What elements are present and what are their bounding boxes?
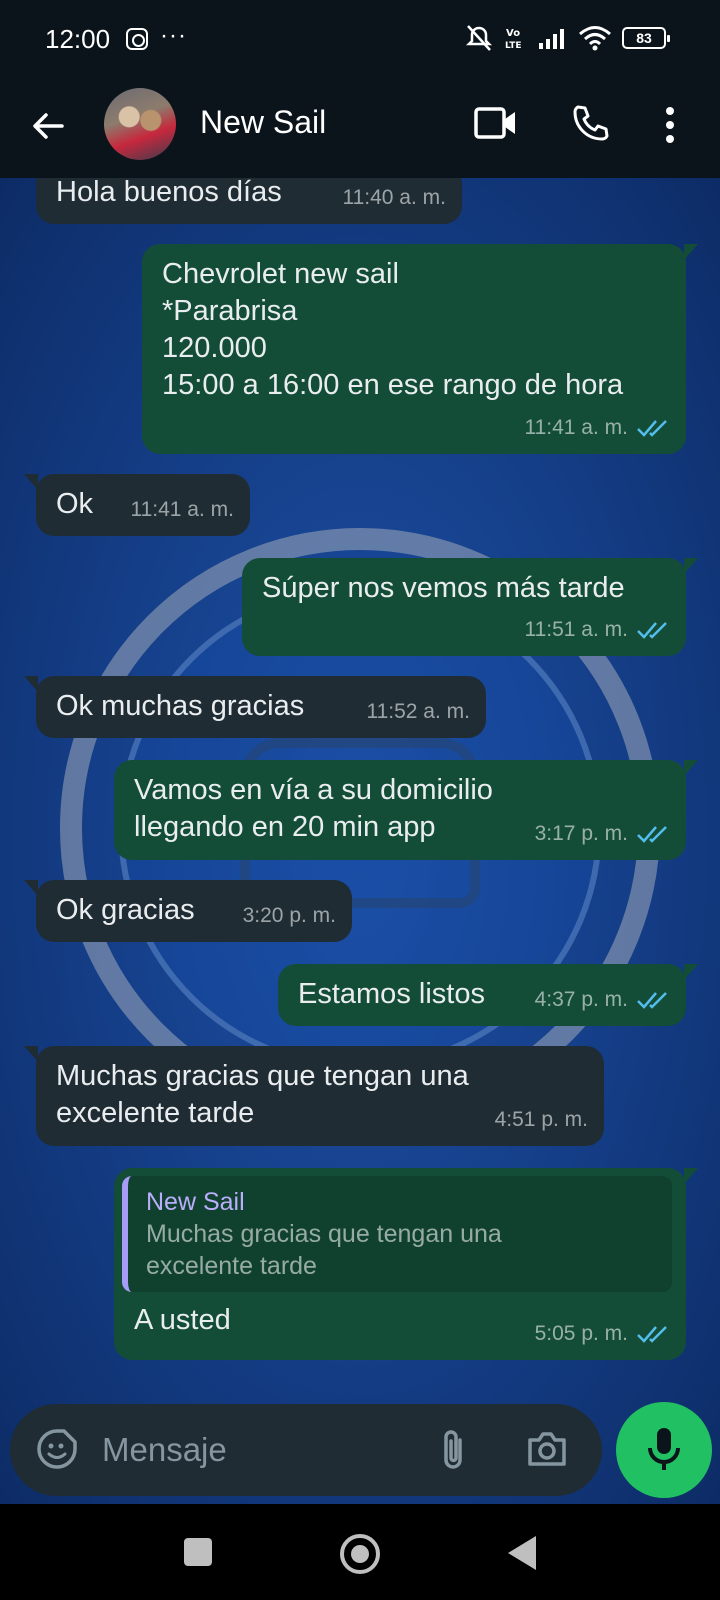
sticker-icon[interactable] [36,1428,78,1470]
outgoing-message[interactable]: New Sail Muchas gracias que tengan una e… [114,1168,698,1360]
message-input[interactable] [102,1426,402,1474]
message-time: 11:41 a. m. [130,498,234,521]
mic-icon [648,1428,680,1470]
read-receipt-icon [637,419,667,437]
signal-icon [539,29,564,49]
message-status: 4:37 p. m. [535,981,670,1018]
battery-icon: 83 [622,27,670,49]
svg-text:LTE: LTE [505,41,522,50]
svg-text:Vo: Vo [506,28,520,39]
incoming-message[interactable]: Ok muchas gracias 11:52 a. m. [24,676,486,738]
quoted-sender: New Sail [146,1188,245,1216]
message-status: 11:51 a. m. [524,611,670,648]
camera-icon[interactable] [526,1430,568,1468]
incoming-message[interactable]: Ok gracias 3:20 p. m. [24,880,352,942]
system-nav-bar [0,1504,720,1600]
message-time: 4:37 p. m. [534,988,628,1011]
incoming-message[interactable]: Hola buenos días 11:40 a. m. [36,178,462,224]
back-button[interactable] [508,1536,536,1570]
message-time: 3:17 p. m. [534,822,628,845]
voice-message-button[interactable] [616,1402,712,1498]
read-receipt-icon [637,991,667,1009]
message-time: 5:05 p. m. [534,1322,628,1345]
contact-avatar[interactable] [104,88,176,160]
volte-icon: Vo LTE [505,28,522,50]
chat-area[interactable]: Hola buenos días 11:40 a. m. Chevrolet n… [0,178,720,1504]
back-arrow-icon[interactable] [28,106,68,146]
message-time: 4:51 p. m. [494,1108,588,1131]
message-text: Ok muchas gracias [56,690,305,722]
chat-header: New Sail [0,80,720,178]
wifi-icon [579,26,611,51]
message-composer [10,1404,602,1496]
message-time: 11:51 a. m. [524,618,628,641]
message-time: 11:40 a. m. [342,186,446,209]
message-status: 5:05 p. m. [535,1315,670,1352]
mute-icon [465,25,493,51]
attach-icon[interactable] [436,1428,470,1472]
phone-icon[interactable] [570,104,610,144]
message-time: 11:52 a. m. [366,700,470,723]
outgoing-message[interactable]: Estamos listos 4:37 p. m. [278,964,698,1026]
instagram-notification-icon [126,28,148,50]
read-receipt-icon [637,1325,667,1343]
message-time: 11:41 a. m. [524,416,628,439]
video-call-icon[interactable] [474,106,518,140]
message-time: 3:20 p. m. [242,904,336,927]
more-notifications-icon: ··· [160,22,187,49]
message-status: 11:41 a. m. [524,409,670,446]
quoted-text: Muchas gracias que tengan una excelente … [146,1220,502,1280]
message-text: Chevrolet new sail *Parabrisa 120.000 15… [162,258,624,401]
message-text: Súper nos vemos más tarde [262,572,625,604]
recent-apps-button[interactable] [184,1538,212,1566]
message-status: 3:17 p. m. [535,815,670,852]
home-button[interactable] [340,1534,380,1574]
quoted-message[interactable]: New Sail Muchas gracias que tengan una e… [122,1176,672,1292]
status-icons: Vo LTE 83 [464,24,670,52]
read-receipt-icon [637,825,667,843]
status-time: 12:00 [45,24,111,54]
status-bar: 12:00 ··· Vo LTE 83 [0,0,720,80]
outgoing-message[interactable]: Súper nos vemos más tarde 11:51 a. m. [242,558,698,656]
more-vert-icon[interactable] [664,106,676,144]
message-text: Estamos listos [298,978,485,1010]
outgoing-message[interactable]: Vamos en vía a su domicilio llegando en … [114,760,698,860]
outgoing-message[interactable]: Chevrolet new sail *Parabrisa 120.000 15… [142,244,698,454]
message-text: Ok gracias [56,894,195,926]
message-text: Hola buenos días [56,178,282,208]
incoming-message[interactable]: Muchas gracias que tengan una excelente … [24,1046,604,1146]
read-receipt-icon [637,621,667,639]
contact-name[interactable]: New Sail [200,104,326,141]
incoming-message[interactable]: Ok 11:41 a. m. [24,474,250,536]
message-text: Ok [56,488,94,520]
